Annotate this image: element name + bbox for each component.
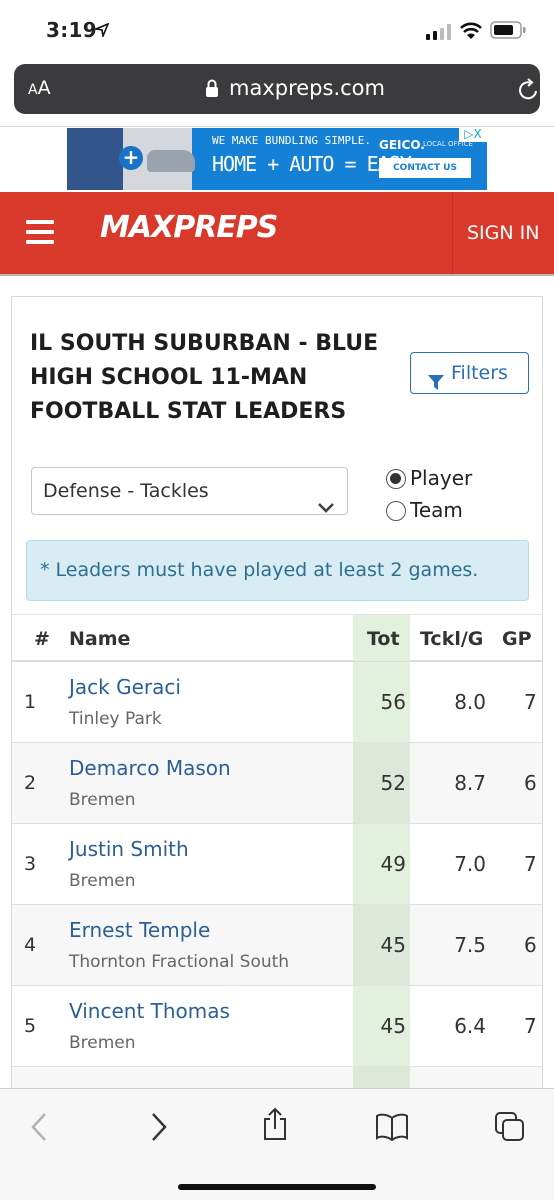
share-icon[interactable] xyxy=(260,1107,290,1145)
minimum-games-notice: * Leaders must have played at least 2 ga… xyxy=(26,540,529,601)
ad-contact-button[interactable]: CONTACT US xyxy=(379,158,471,178)
row-tackles-per-game: 7.5 xyxy=(454,933,486,957)
filter-icon xyxy=(428,365,444,405)
player-school: Bremen xyxy=(69,871,136,891)
chevron-left-icon[interactable] xyxy=(28,1111,50,1147)
row-games-played: 7 xyxy=(524,1014,537,1038)
header-games-played[interactable]: GP xyxy=(502,628,532,650)
row-games-played: 7 xyxy=(524,690,537,714)
chevron-down-icon xyxy=(318,485,334,531)
address-bar[interactable]: AA maxpreps.com xyxy=(14,64,540,114)
row-tot: 45 xyxy=(353,986,410,1066)
maxpreps-logo[interactable]: MAXPREPS xyxy=(100,210,278,245)
ad-close-icon[interactable]: ▷X xyxy=(459,128,487,142)
row-games-played: 6 xyxy=(524,771,537,795)
hamburger-menu-icon[interactable] xyxy=(26,220,56,244)
chevron-right-icon[interactable] xyxy=(148,1111,170,1147)
row-tackles-per-game: 7.0 xyxy=(454,852,486,876)
table-row: 2 Demarco Mason Bremen 52 8.7 6 xyxy=(12,743,542,824)
radio-team-indicator[interactable] xyxy=(386,501,406,521)
player-name-link[interactable]: Vincent Thomas xyxy=(69,999,230,1023)
header-rank: # xyxy=(34,628,50,650)
ad-car-image xyxy=(147,150,195,172)
row-tot: 49 xyxy=(353,824,410,904)
table-row: 5 Vincent Thomas Bremen 45 6.4 7 xyxy=(12,986,542,1067)
table-row: 1 Jack Geraci Tinley Park 56 8.0 7 xyxy=(12,662,542,743)
cellular-signal-icon xyxy=(426,24,452,44)
row-tackles-per-game: 8.0 xyxy=(454,690,486,714)
stat-category-value: Defense - Tackles xyxy=(43,480,209,502)
player-name-link[interactable]: Demarco Mason xyxy=(69,756,231,780)
row-rank: 5 xyxy=(24,1015,37,1037)
ad-brand: GEICO. xyxy=(379,138,425,152)
player-school: Bremen xyxy=(69,790,136,810)
row-games-played: 7 xyxy=(524,852,537,876)
row-rank: 2 xyxy=(24,772,37,794)
radio-team[interactable]: Team xyxy=(386,498,496,525)
radio-player-selected-indicator[interactable] xyxy=(386,469,406,489)
player-name-link[interactable]: Jack Geraci xyxy=(69,675,181,699)
header-tot[interactable]: Tot xyxy=(367,628,400,650)
filters-button[interactable]: Filters xyxy=(410,352,529,394)
player-school: Thornton Fractional South xyxy=(69,952,290,972)
row-tackles-per-game: 8.7 xyxy=(454,771,486,795)
plus-icon: + xyxy=(119,146,143,170)
page-title: IL SOUTH SUBURBAN - BLUE HIGH SCHOOL 11-… xyxy=(30,331,379,424)
text-size-small-label: A xyxy=(28,82,38,98)
player-school: Bremen xyxy=(69,1033,136,1053)
row-rank: 4 xyxy=(24,934,37,956)
ad-headline-small: WE MAKE BUNDLING SIMPLE. xyxy=(212,134,371,147)
row-games-played: 6 xyxy=(524,933,537,957)
stat-category-select[interactable]: Defense - Tackles xyxy=(31,467,348,515)
row-rank: 3 xyxy=(24,853,37,875)
row-tot: 56 xyxy=(353,662,410,742)
battery-icon xyxy=(490,21,526,43)
text-size-button[interactable]: AA xyxy=(28,77,51,99)
radio-player[interactable]: Player xyxy=(386,466,496,493)
lock-icon xyxy=(204,78,220,102)
filters-label: Filters xyxy=(451,362,508,384)
sign-in-button[interactable]: SIGN IN xyxy=(452,192,554,274)
table-row: 4 Ernest Temple Thornton Fractional Sout… xyxy=(12,905,542,986)
tabs-icon[interactable] xyxy=(494,1111,526,1147)
book-icon[interactable] xyxy=(375,1113,409,1145)
player-name-link[interactable]: Justin Smith xyxy=(69,837,189,861)
site-header: MAXPREPS SIGN IN xyxy=(0,192,554,274)
stat-leaders-panel: IL SOUTH SUBURBAN - BLUE HIGH SCHOOL 11-… xyxy=(11,296,543,1127)
row-tot: 52 xyxy=(353,743,410,823)
ad-banner[interactable]: + WE MAKE BUNDLING SIMPLE. HOME + AUTO =… xyxy=(67,128,487,190)
header-name[interactable]: Name xyxy=(69,628,130,650)
header-shadow xyxy=(0,274,554,276)
status-bar: 3:19 xyxy=(0,0,554,62)
home-indicator[interactable] xyxy=(178,1184,376,1190)
header-tackles-per-game[interactable]: Tckl/G xyxy=(420,628,483,650)
wifi-icon xyxy=(460,22,482,44)
player-school: Tinley Park xyxy=(69,709,162,729)
leaders-table: # Name Tot Tckl/G GP 1 Jack Geraci Tinle… xyxy=(12,614,542,1127)
url-domain: maxpreps.com xyxy=(229,76,385,100)
row-rank: 1 xyxy=(24,691,37,713)
table-row: 3 Justin Smith Bremen 49 7.0 7 xyxy=(12,824,542,905)
status-time: 3:19 xyxy=(46,18,97,42)
player-name-link[interactable]: Ernest Temple xyxy=(69,918,210,942)
radio-team-label: Team xyxy=(410,498,463,522)
row-tot: 45 xyxy=(353,905,410,985)
location-arrow-icon xyxy=(93,22,110,41)
text-size-large-label: A xyxy=(37,77,51,99)
reload-icon[interactable] xyxy=(517,76,541,106)
radio-player-label: Player xyxy=(410,466,473,490)
row-tackles-per-game: 6.4 xyxy=(454,1014,486,1038)
table-header: # Name Tot Tckl/G GP xyxy=(12,614,542,662)
divider xyxy=(0,126,554,127)
